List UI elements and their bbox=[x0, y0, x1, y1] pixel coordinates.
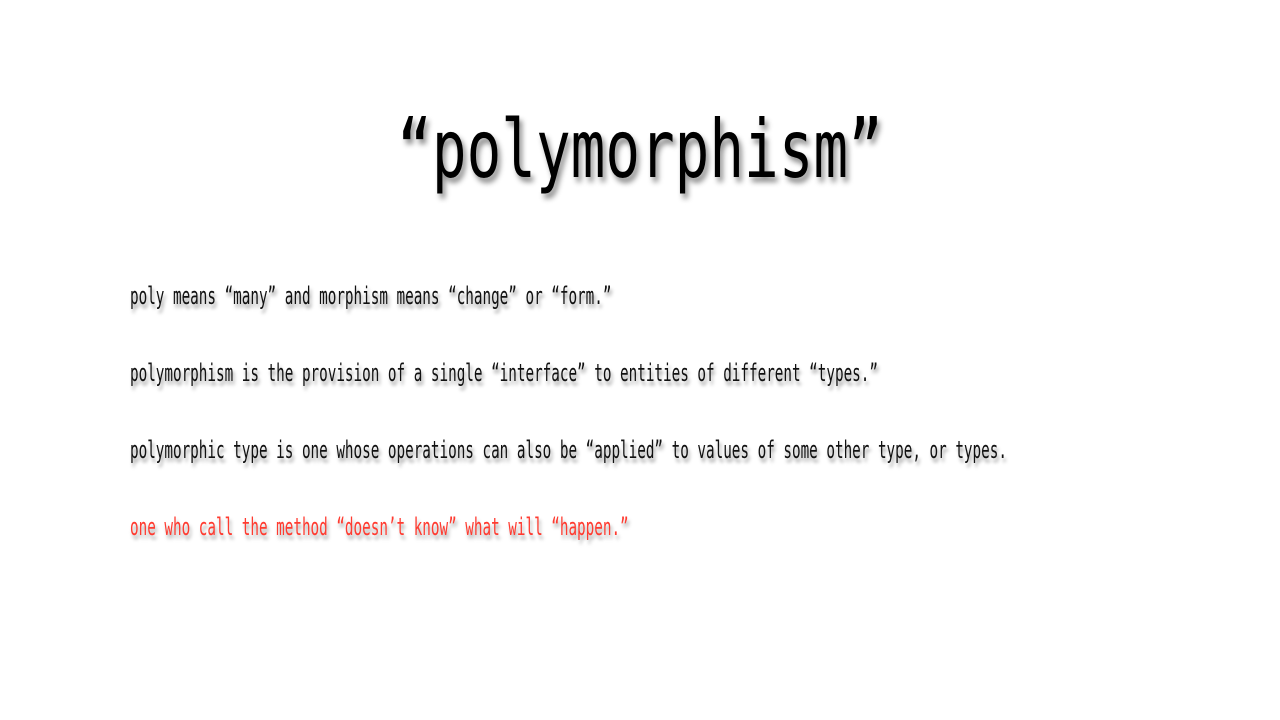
slide: “polymorphism” poly means “many” and mor… bbox=[0, 0, 1280, 720]
definition-line-polymorphic-type: polymorphic type is one whose operations… bbox=[130, 436, 1007, 464]
definition-list: poly means “many” and morphism means “ch… bbox=[130, 276, 1230, 584]
highlight-line-caller-unaware: one who call the method “doesn’t know” w… bbox=[130, 513, 629, 541]
definition-line-interface: polymorphism is the provision of a singl… bbox=[130, 359, 878, 387]
definition-line-poly-meaning: poly means “many” and morphism means “ch… bbox=[130, 282, 612, 310]
slide-title: “polymorphism” bbox=[397, 103, 883, 196]
